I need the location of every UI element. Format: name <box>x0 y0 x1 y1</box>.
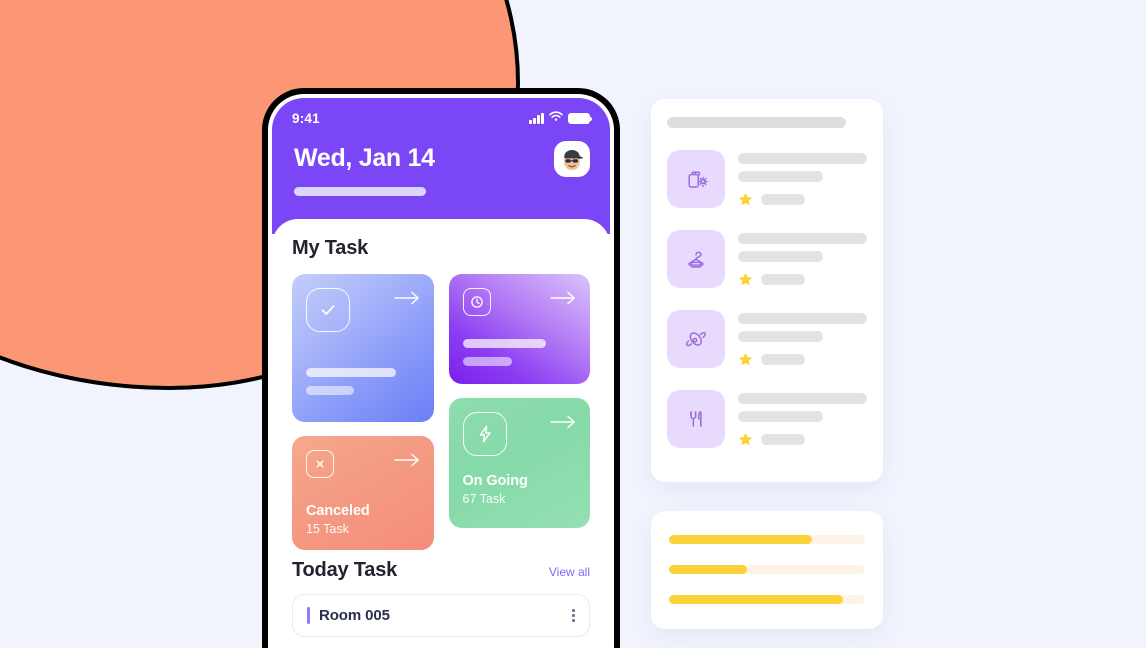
avatar[interactable] <box>554 141 590 177</box>
my-task-heading: My Task <box>292 237 369 259</box>
task-grid-right-column: On Going 67 Task <box>448 274 590 550</box>
rating-value-placeholder <box>761 274 805 285</box>
star-icon <box>738 352 753 366</box>
progress-fill <box>669 535 813 544</box>
list-item[interactable]: Room 005 <box>292 594 590 637</box>
clock-icon <box>462 288 491 316</box>
progress-fill <box>669 595 844 604</box>
header-row: Wed, Jan 14 <box>272 127 610 177</box>
today-task-header: Today Task View all <box>292 559 590 582</box>
star-icon <box>738 192 753 206</box>
progress-track <box>669 535 865 544</box>
list-item-title-placeholder <box>738 313 867 324</box>
list-item-title-placeholder <box>738 153 867 164</box>
list-item-lines <box>738 310 867 368</box>
today-item-left: Room 005 <box>307 607 390 624</box>
task-card-title-placeholder <box>306 368 396 377</box>
task-card-subtitle-placeholder <box>462 357 513 366</box>
page-title: Wed, Jan 14 <box>294 144 435 173</box>
task-card-grid: Canceled 15 Task On Going 67 Task <box>292 274 590 550</box>
wifi-icon <box>549 109 563 127</box>
task-card-ongoing[interactable]: On Going 67 Task <box>448 398 590 528</box>
star-icon <box>738 432 753 446</box>
list-item[interactable] <box>667 310 867 368</box>
list-item[interactable] <box>667 390 867 448</box>
rating-row <box>738 352 867 367</box>
rating-row <box>738 192 867 207</box>
app-header: 9:41 Wed, Jan 14 <box>272 98 610 234</box>
clothes-hanger-icon <box>667 230 725 288</box>
battery-icon <box>568 112 593 124</box>
task-card-completed[interactable] <box>292 274 434 422</box>
star-icon <box>738 272 753 286</box>
list-item-title-placeholder <box>738 393 867 404</box>
screenshot-stage: 9:41 Wed, Jan 14 My Task Canceled 15 Tas… <box>0 0 1146 648</box>
phone-bezel: 9:41 Wed, Jan 14 My Task Canceled 15 Tas… <box>268 94 614 648</box>
phone-screen: 9:41 Wed, Jan 14 My Task Canceled 15 Tas… <box>272 98 610 648</box>
list-item[interactable] <box>667 150 867 208</box>
progress-track <box>669 565 865 574</box>
task-card-canceled-label: Canceled <box>306 503 370 519</box>
rating-row <box>738 272 867 287</box>
arrow-right-icon <box>393 291 420 305</box>
task-card-ongoing-label: On Going <box>462 473 528 489</box>
list-item-subtitle-placeholder <box>738 171 824 182</box>
task-card-in-progress[interactable] <box>448 274 590 384</box>
task-card-canceled-count: 15 Task <box>306 522 349 536</box>
content-sheet: My Task Canceled 15 Task On Going 67 Tas… <box>272 219 610 648</box>
task-card-canceled[interactable]: Canceled 15 Task <box>292 436 434 550</box>
task-grid-left-column: Canceled 15 Task <box>292 274 434 550</box>
card-title-placeholder <box>667 117 846 128</box>
services-list-card <box>651 99 883 482</box>
list-item[interactable] <box>667 230 867 288</box>
list-item-lines <box>738 230 867 288</box>
phone-mockup: 9:41 Wed, Jan 14 My Task Canceled 15 Tas… <box>262 88 620 648</box>
check-circle-icon <box>306 288 350 332</box>
iron-icon <box>667 310 725 368</box>
list-item-title-placeholder <box>738 233 867 244</box>
list-item-lines <box>738 390 867 448</box>
task-card-subtitle-placeholder <box>306 386 354 395</box>
task-card-ongoing-count: 67 Task <box>462 492 506 506</box>
list-item-subtitle-placeholder <box>738 251 824 262</box>
arrow-right-icon <box>550 291 576 305</box>
arrow-right-icon <box>550 415 576 429</box>
fork-knife-icon <box>667 390 725 448</box>
progress-track <box>669 595 865 604</box>
task-card-title-placeholder <box>462 339 547 348</box>
list-item-lines <box>738 150 867 208</box>
soap-dispenser-icon <box>667 150 725 208</box>
progress-fill <box>669 565 748 574</box>
close-circle-icon <box>306 450 334 478</box>
more-vertical-icon[interactable] <box>572 609 575 622</box>
today-item-title: Room 005 <box>319 607 390 624</box>
status-bar-icons <box>529 109 593 127</box>
status-bar: 9:41 <box>272 98 610 127</box>
list-item-subtitle-placeholder <box>738 411 824 422</box>
accent-bar <box>307 607 310 624</box>
lightning-bolt-icon <box>462 412 507 456</box>
rating-value-placeholder <box>761 194 805 205</box>
rating-value-placeholder <box>761 354 805 365</box>
rating-value-placeholder <box>761 434 805 445</box>
user-avatar-icon <box>564 150 583 171</box>
header-subtitle-placeholder <box>294 187 426 196</box>
progress-bars-card <box>651 511 883 629</box>
arrow-right-icon <box>393 453 420 467</box>
status-bar-time: 9:41 <box>292 110 320 126</box>
view-all-link[interactable]: View all <box>549 565 590 579</box>
cellular-signal-icon <box>529 112 544 124</box>
today-task-heading: Today Task <box>292 559 398 581</box>
list-item-subtitle-placeholder <box>738 331 824 342</box>
rating-row <box>738 432 867 447</box>
